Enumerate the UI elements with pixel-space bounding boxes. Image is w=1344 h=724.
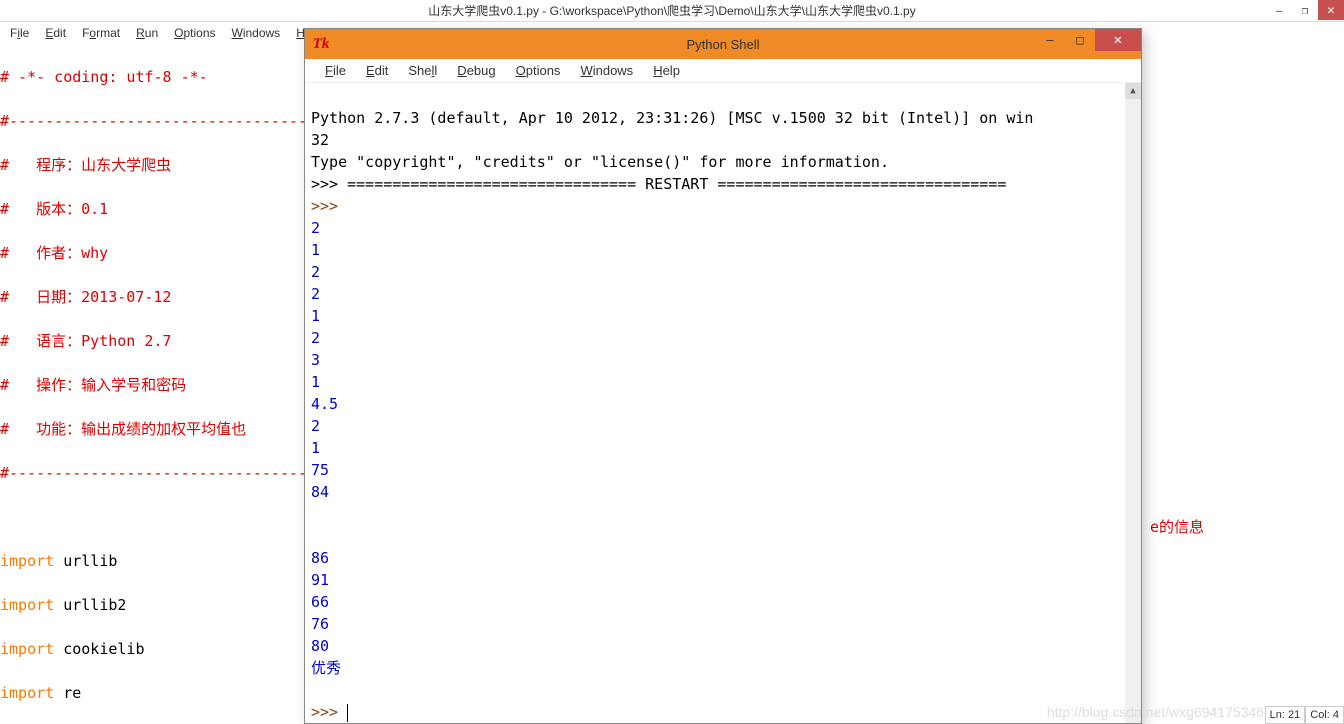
- watermark: http://blog.csdn.net/wxg694175346: [1047, 704, 1264, 720]
- shell-window: Tk Python Shell — □ ✕ File Edit Shell De…: [304, 28, 1142, 724]
- shell-title: Python Shell: [687, 37, 760, 52]
- scroll-up-icon[interactable]: ▲: [1125, 83, 1141, 99]
- shell-menu-edit[interactable]: Edit: [356, 63, 398, 78]
- status-line: Ln: 21: [1265, 706, 1306, 724]
- menu-options[interactable]: Options: [166, 26, 223, 40]
- shell-menu-debug[interactable]: Debug: [447, 63, 505, 78]
- shell-close-button[interactable]: ✕: [1095, 29, 1141, 51]
- status-col: Col: 4: [1305, 706, 1344, 724]
- menu-edit[interactable]: Edit: [37, 26, 74, 40]
- statusbar: Ln: 21 Col: 4: [1265, 706, 1344, 724]
- menu-file[interactable]: File: [2, 26, 37, 40]
- shell-output[interactable]: Python 2.7.3 (default, Apr 10 2012, 23:3…: [305, 83, 1141, 723]
- main-window-controls: — ❐ ✕: [1266, 0, 1344, 20]
- clipped-text: e的信息: [1150, 516, 1204, 537]
- close-button[interactable]: ✕: [1318, 0, 1344, 20]
- shell-menu-help[interactable]: Help: [643, 63, 690, 78]
- shell-menubar: File Edit Shell Debug Options Windows He…: [305, 59, 1141, 83]
- shell-menu-options[interactable]: Options: [506, 63, 571, 78]
- shell-maximize-button[interactable]: □: [1065, 29, 1095, 51]
- shell-controls: — □ ✕: [1035, 29, 1141, 51]
- menu-format[interactable]: Format: [74, 26, 128, 40]
- main-titlebar: 山东大学爬虫v0.1.py - G:\workspace\Python\爬虫学习…: [0, 0, 1344, 22]
- shell-titlebar[interactable]: Tk Python Shell — □ ✕: [305, 29, 1141, 59]
- shell-menu-file[interactable]: File: [315, 63, 356, 78]
- tk-icon: Tk: [311, 34, 331, 54]
- shell-minimize-button[interactable]: —: [1035, 29, 1065, 51]
- menu-windows[interactable]: Windows: [224, 26, 289, 40]
- menu-run[interactable]: Run: [128, 26, 166, 40]
- shell-menu-windows[interactable]: Windows: [570, 63, 643, 78]
- maximize-button[interactable]: ❐: [1292, 0, 1318, 20]
- minimize-button[interactable]: —: [1266, 0, 1292, 20]
- main-window-title: 山东大学爬虫v0.1.py - G:\workspace\Python\爬虫学习…: [428, 2, 915, 19]
- shell-menu-shell[interactable]: Shell: [398, 63, 447, 78]
- shell-scrollbar[interactable]: ▲: [1125, 83, 1141, 723]
- cursor: [347, 704, 348, 722]
